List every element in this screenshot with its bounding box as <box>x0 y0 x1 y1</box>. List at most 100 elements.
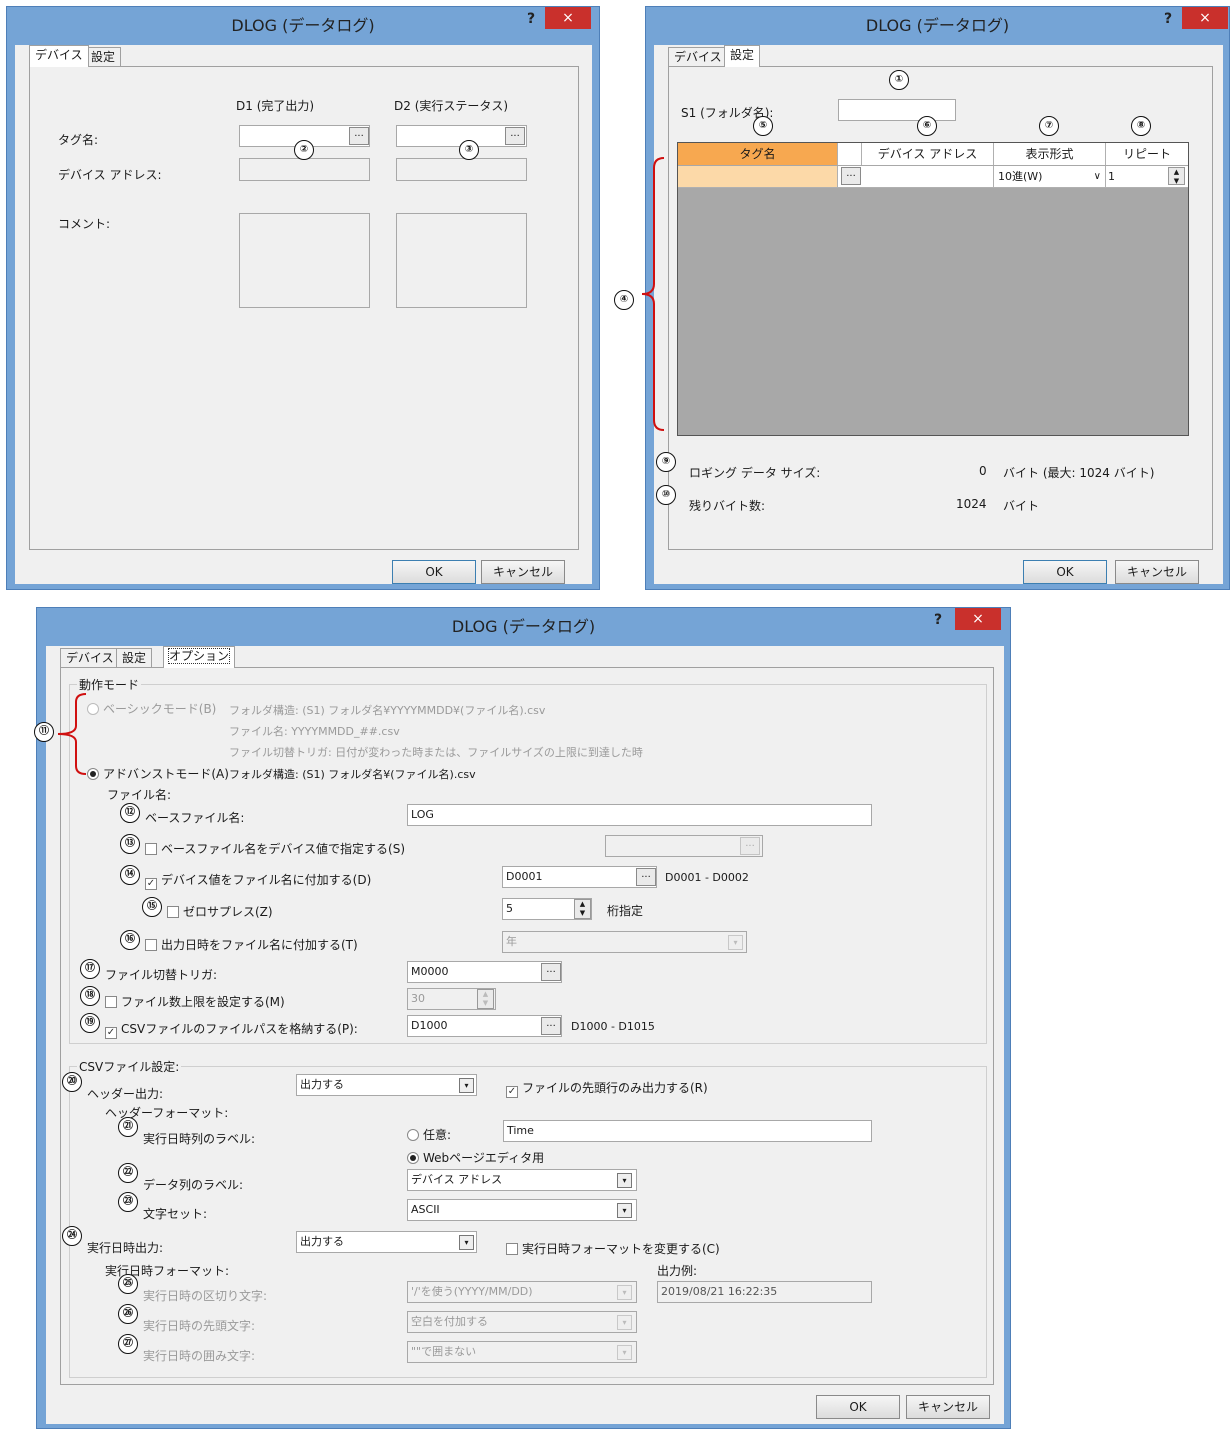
logging-size-value: 0 <box>979 464 987 478</box>
tag-column-header[interactable]: タグ名 <box>678 143 838 165</box>
help-button[interactable]: ? <box>934 612 942 628</box>
digits-label: 桁指定 <box>607 904 644 918</box>
prefix-select[interactable]: 空白を付加する <box>407 1311 637 1333</box>
advanced-mode-radio[interactable]: アドバンストモード(A) <box>87 765 229 782</box>
row-tag-cell[interactable] <box>678 166 838 187</box>
address-column-header[interactable]: デバイス アドレス <box>862 143 994 165</box>
d2-column-label: D2 (実行ステータス) <box>394 99 509 113</box>
trigger-browse-button[interactable]: ... <box>541 963 561 981</box>
callout-9: ⑨ <box>656 452 676 472</box>
store-path-browse-button[interactable]: ... <box>541 1017 561 1035</box>
store-path-checkbox[interactable]: ✓ CSVファイルのファイルパスを格納する(P): <box>105 1020 358 1039</box>
exec-output-label: 実行日時出力: <box>87 1241 164 1255</box>
chevron-down-icon[interactable]: ▾ <box>617 1345 632 1360</box>
prefix-label: 実行日時の先頭文字: <box>143 1319 256 1333</box>
tab-device[interactable]: デバイス <box>668 47 728 67</box>
row-address-cell[interactable] <box>862 166 994 187</box>
file-limit-label: ファイル数上限を設定する(M) <box>121 995 285 1009</box>
append-device-input[interactable]: D0001 <box>502 866 657 888</box>
d1-address-field <box>239 158 370 181</box>
append-datetime-checkbox[interactable]: 出力日時をファイル名に付加する(T) <box>145 936 358 953</box>
file-limit-spinner-icon[interactable]: ▲ ▼ <box>477 989 494 1009</box>
help-button[interactable]: ? <box>1164 11 1172 27</box>
d1-comment-field <box>239 213 370 308</box>
callout-17: ⑰ <box>80 959 100 979</box>
tab-device[interactable]: デバイス <box>29 45 89 67</box>
callout-21: ㉑ <box>118 1117 138 1137</box>
row-browse-button[interactable]: ... <box>841 167 861 185</box>
store-path-input[interactable]: D1000 <box>407 1015 562 1037</box>
chevron-down-icon[interactable]: ▾ <box>617 1315 632 1330</box>
callout-2: ② <box>294 140 314 160</box>
ok-button[interactable]: OK <box>392 560 476 584</box>
any-label-radio[interactable]: 任意: <box>407 1126 451 1143</box>
csv-group-title: CSVファイル設定: <box>77 1058 182 1075</box>
tab-settings[interactable]: 設定 <box>116 648 153 668</box>
s1-folder-input[interactable] <box>838 99 956 121</box>
tab-settings[interactable]: 設定 <box>724 45 761 67</box>
grid-header: タグ名 デバイス アドレス 表示形式 リピート <box>678 143 1188 165</box>
enclose-select[interactable]: ""で囲まない <box>407 1341 637 1363</box>
append-device-checkbox[interactable]: ✓ デバイス値をファイル名に付加する(D) <box>145 871 371 890</box>
zero-suppress-checkbox[interactable]: ゼロサプレス(Z) <box>167 903 273 920</box>
callout-16: ⑯ <box>120 930 140 950</box>
d2-browse-button[interactable]: ... <box>505 127 525 145</box>
base-file-input[interactable]: LOG <box>407 804 872 826</box>
append-device-browse-button[interactable]: ... <box>636 868 656 886</box>
close-button[interactable]: × <box>1182 7 1228 29</box>
change-format-checkbox[interactable]: 実行日時フォーマットを変更する(C) <box>506 1240 720 1257</box>
dialog-client: デバイス 設定 オプション 動作モード ベーシックモード(B) フォルダ構造: … <box>46 646 1004 1424</box>
separator-select[interactable]: '/'を使う(YYYY/MM/DD) <box>407 1281 637 1303</box>
close-button[interactable]: × <box>545 7 591 29</box>
append-device-range: D0001 - D0002 <box>665 871 749 884</box>
chevron-down-icon[interactable]: ▾ <box>728 935 743 950</box>
header-output-select[interactable]: 出力する <box>296 1074 477 1096</box>
repeat-column-header[interactable]: リピート <box>1106 143 1188 165</box>
append-datetime-label: 出力日時をファイル名に付加する(T) <box>161 938 358 952</box>
first-row-only-checkbox[interactable]: ✓ ファイルの先頭行のみ出力する(R) <box>506 1079 708 1098</box>
ok-button[interactable]: OK <box>1023 560 1107 584</box>
close-button[interactable]: × <box>955 608 1001 630</box>
exec-output-select[interactable]: 出力する <box>296 1231 477 1253</box>
charset-select[interactable]: ASCII <box>407 1199 637 1221</box>
row-format-select[interactable]: 10進(W) ∨ <box>994 166 1106 187</box>
data-col-select[interactable]: デバイス アドレス <box>407 1169 637 1191</box>
cancel-button[interactable]: キャンセル <box>481 560 565 584</box>
any-label-input[interactable]: Time <box>503 1120 872 1142</box>
base-by-device-checkbox[interactable]: ベースファイル名をデバイス値で指定する(S) <box>145 840 405 857</box>
checkbox-icon <box>506 1243 518 1255</box>
callout-12: ⑫ <box>120 803 140 823</box>
radio-icon <box>87 768 99 780</box>
change-format-label: 実行日時フォーマットを変更する(C) <box>522 1242 720 1256</box>
spinner-arrows-icon[interactable]: ▲ ▼ <box>1168 167 1185 185</box>
chevron-down-icon[interactable]: ▾ <box>617 1285 632 1300</box>
advanced-desc: フォルダ構造: (S1) フォルダ名¥(ファイル名).csv <box>229 768 476 781</box>
cancel-button[interactable]: キャンセル <box>1115 560 1199 584</box>
cancel-button[interactable]: キャンセル <box>906 1395 990 1419</box>
chevron-down-icon[interactable]: ▾ <box>459 1235 474 1250</box>
ok-button[interactable]: OK <box>816 1395 900 1419</box>
callout-19: ⑲ <box>80 1013 100 1033</box>
format-column-header[interactable]: 表示形式 <box>994 143 1106 165</box>
basic-mode-radio[interactable]: ベーシックモード(B) <box>87 700 216 717</box>
checkbox-icon <box>145 843 157 855</box>
d1-browse-button[interactable]: ... <box>349 127 369 145</box>
base-file-label: ベースファイル名: <box>145 811 245 825</box>
chevron-down-icon[interactable]: ▾ <box>617 1173 632 1188</box>
web-editor-radio[interactable]: Webページエディタ用 <box>407 1149 544 1166</box>
grid-row[interactable]: ... 10進(W) ∨ 1 ▲ ▼ <box>678 166 1188 188</box>
chevron-down-icon[interactable]: ▾ <box>459 1078 474 1093</box>
row-repeat-spinner[interactable]: 1 ▲ ▼ <box>1106 166 1188 187</box>
tab-device[interactable]: デバイス <box>60 648 120 668</box>
tab-settings[interactable]: 設定 <box>85 47 122 67</box>
file-limit-checkbox[interactable]: ファイル数上限を設定する(M) <box>105 993 285 1010</box>
help-button[interactable]: ? <box>527 11 535 27</box>
digits-spinner-icon[interactable]: ▲ ▼ <box>574 899 591 919</box>
basic-mode-label: ベーシックモード(B) <box>103 702 217 716</box>
chevron-down-icon[interactable]: ∨ <box>1094 166 1101 187</box>
trigger-input[interactable]: M0000 <box>407 961 562 983</box>
tab-options[interactable]: オプション <box>163 646 236 668</box>
chevron-down-icon[interactable]: ▾ <box>617 1203 632 1218</box>
datetime-select[interactable]: 年 <box>502 931 747 953</box>
base-device-browse-button[interactable]: ... <box>740 837 760 855</box>
